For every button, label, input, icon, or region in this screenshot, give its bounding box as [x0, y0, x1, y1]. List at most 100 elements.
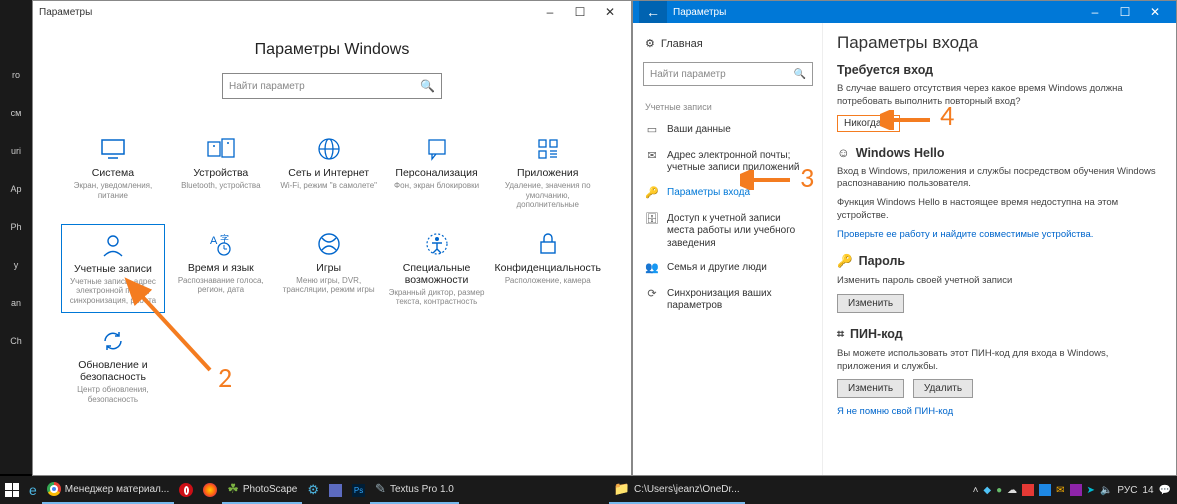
settings-tile-globe[interactable]: Сеть и Интернет Wi-Fi, режим "в самолете…	[277, 129, 381, 216]
tile-title: Конфиденциальность	[494, 262, 601, 274]
tile-desc: Фон, экран блокировки	[387, 181, 487, 191]
tile-desc: Экранный диктор, размер текста, контраст…	[387, 288, 487, 307]
close-button[interactable]: ✕	[1140, 5, 1170, 19]
tile-desc: Меню игры, DVR, трансляции, режим игры	[279, 276, 379, 295]
content-pane: Параметры входа Требуется вход В случае …	[823, 23, 1176, 475]
tray-icon[interactable]	[1039, 484, 1051, 496]
taskbar-item-edge[interactable]: e	[24, 476, 42, 504]
nav-item-briefcase[interactable]: 🗄Доступ к учетной записи места работы ил…	[639, 207, 816, 257]
maximize-button[interactable]: ☐	[1110, 5, 1140, 19]
system-tray[interactable]: ˄ ◆ ● ☁ ✉ ➤ 🔈 РУС 14 💬	[973, 484, 1177, 496]
change-password-button[interactable]: Изменить	[837, 294, 904, 313]
back-button[interactable]: ←	[639, 1, 667, 23]
tray-language[interactable]: РУС	[1117, 485, 1137, 496]
tray-icon[interactable]: ✉	[1056, 485, 1064, 496]
settings-tile-devices[interactable]: Устройства Bluetooth, устройства	[169, 129, 273, 216]
annotation-2: 2	[218, 360, 232, 395]
clock-icon: A字	[171, 230, 271, 258]
taskbar-item-gear[interactable]: ⚙	[302, 476, 324, 504]
taskbar-item-psd[interactable]: Ps	[347, 476, 370, 504]
action-center-icon[interactable]: 💬	[1159, 485, 1171, 496]
change-pin-button[interactable]: Изменить	[837, 379, 904, 398]
titlebar[interactable]: Параметры – ☐ ✕	[33, 1, 631, 23]
taskbar-item-note[interactable]	[324, 476, 347, 504]
settings-tile-monitor[interactable]: Система Экран, уведомления, питание	[61, 129, 165, 216]
tile-title: Время и язык	[171, 262, 271, 274]
require-signin-select[interactable]: Никогда	[837, 115, 900, 132]
titlebar[interactable]: ← Параметры – ☐ ✕	[633, 1, 1176, 23]
settings-tile-lock[interactable]: Конфиденциальность Расположение, камера	[492, 224, 603, 313]
section-windows-hello: ☺Windows Hello	[837, 146, 1162, 160]
mail-icon: ✉	[645, 150, 659, 164]
taskbar-item-folder[interactable]: 📁C:\Users\jeanz\OneDr...	[609, 476, 745, 504]
remove-pin-button[interactable]: Удалить	[913, 379, 973, 398]
taskbar-item-textus[interactable]: ✎Textus Pro 1.0	[370, 476, 459, 504]
maximize-button[interactable]: ☐	[565, 5, 595, 19]
taskbar-item-chrome[interactable]: Менеджер материал...	[42, 476, 174, 504]
search-icon: 🔍	[794, 69, 806, 80]
settings-tile-sync[interactable]: Обновление и безопасность Центр обновлен…	[61, 321, 165, 410]
tray-icon[interactable]: ◆	[983, 485, 991, 496]
settings-tile-xbox[interactable]: Игры Меню игры, DVR, трансляции, режим и…	[277, 224, 381, 313]
tray-icon[interactable]: ☁	[1007, 485, 1017, 496]
tile-desc: Wi-Fi, режим "в самолете"	[279, 181, 379, 191]
search-input[interactable]: Найти параметр 🔍	[222, 73, 442, 99]
annotation-4: 4	[940, 98, 954, 133]
section-pin: ⌗ПИН-код	[837, 327, 1162, 342]
minimize-button[interactable]: –	[535, 5, 565, 19]
nav-item-syncset[interactable]: ⟳Синхронизация ваших параметров	[639, 282, 816, 319]
settings-tile-brush[interactable]: Персонализация Фон, экран блокировки	[385, 129, 489, 216]
card-icon: ▭	[645, 124, 659, 138]
tray-volume-icon[interactable]: 🔈	[1100, 485, 1112, 496]
nav-item-family[interactable]: 👥Семья и другие люди	[639, 256, 816, 282]
close-button[interactable]: ✕	[595, 5, 625, 19]
tray-icon[interactable]: ●	[996, 485, 1002, 496]
nav-item-key[interactable]: 🔑Параметры входа	[639, 181, 816, 207]
devices-icon	[171, 135, 271, 163]
forgot-pin-link[interactable]: Я не помню свой ПИН-код	[837, 406, 1162, 417]
taskbar-item-win[interactable]	[0, 476, 24, 504]
family-icon: 👥	[645, 262, 659, 276]
taskbar-item-ps[interactable]: ☘PhotoScape	[222, 476, 302, 504]
gear-icon: ⚙	[645, 37, 655, 50]
nav-section-label: Учетные записи	[639, 100, 816, 114]
tile-title: Персонализация	[387, 167, 487, 179]
settings-tile-apps[interactable]: Приложения Удаление, значения по умолчан…	[492, 129, 603, 216]
settings-tile-access[interactable]: Специальные возможности Экранный диктор,…	[385, 224, 489, 313]
hello-compat-link[interactable]: Проверьте ее работу и найдите совместимы…	[837, 229, 1162, 240]
tile-title: Сеть и Интернет	[279, 167, 379, 179]
tile-title: Специальные возможности	[387, 262, 487, 286]
tray-icon[interactable]	[1070, 484, 1082, 496]
nav-home[interactable]: ⚙ Главная	[639, 33, 816, 54]
content-title: Параметры входа	[837, 33, 1162, 53]
tile-title: Система	[63, 167, 163, 179]
tile-title: Приложения	[494, 167, 601, 179]
page-title: Параметры Windows	[53, 41, 611, 59]
tile-desc: Расположение, камера	[494, 276, 601, 286]
tile-desc: Экран, уведомления, питание	[63, 181, 163, 200]
key-icon: 🔑	[645, 187, 659, 201]
nav-item-mail[interactable]: ✉Адрес электронной почты; учетные записи…	[639, 144, 816, 181]
tile-desc: Учетные записи, адрес электронной почты,…	[64, 277, 162, 306]
annotation-3: 3	[800, 160, 814, 195]
tray-clock[interactable]: 14	[1142, 485, 1153, 496]
svg-text:字: 字	[220, 233, 229, 244]
tray-icon[interactable]	[1022, 484, 1034, 496]
nav-item-card[interactable]: ▭Ваши данные	[639, 118, 816, 144]
globe-icon	[279, 135, 379, 163]
search-input[interactable]: Найти параметр 🔍	[643, 62, 813, 86]
settings-tile-person[interactable]: Учетные записи Учетные записи, адрес эле…	[61, 224, 165, 313]
taskbar[interactable]: eМенеджер материал... ☘PhotoScape⚙ Ps✎Text…	[0, 476, 1177, 504]
settings-tile-clock[interactable]: A字 Время и язык Распознавание голоса, ре…	[169, 224, 273, 313]
section-password: 🔑Пароль	[837, 254, 1162, 269]
taskbar-item-ff[interactable]	[198, 476, 222, 504]
tile-desc: Удаление, значения по умолчанию, дополни…	[494, 181, 601, 210]
section-require-signin: Требуется вход	[837, 63, 1162, 77]
window-title: Параметры	[39, 7, 92, 18]
taskbar-item-opera[interactable]	[174, 476, 198, 504]
tray-icon[interactable]: ➤	[1087, 485, 1095, 496]
minimize-button[interactable]: –	[1080, 5, 1110, 19]
tray-icon[interactable]: ˄	[973, 485, 979, 496]
window-title: Параметры	[673, 7, 726, 18]
lock-icon	[494, 230, 601, 258]
